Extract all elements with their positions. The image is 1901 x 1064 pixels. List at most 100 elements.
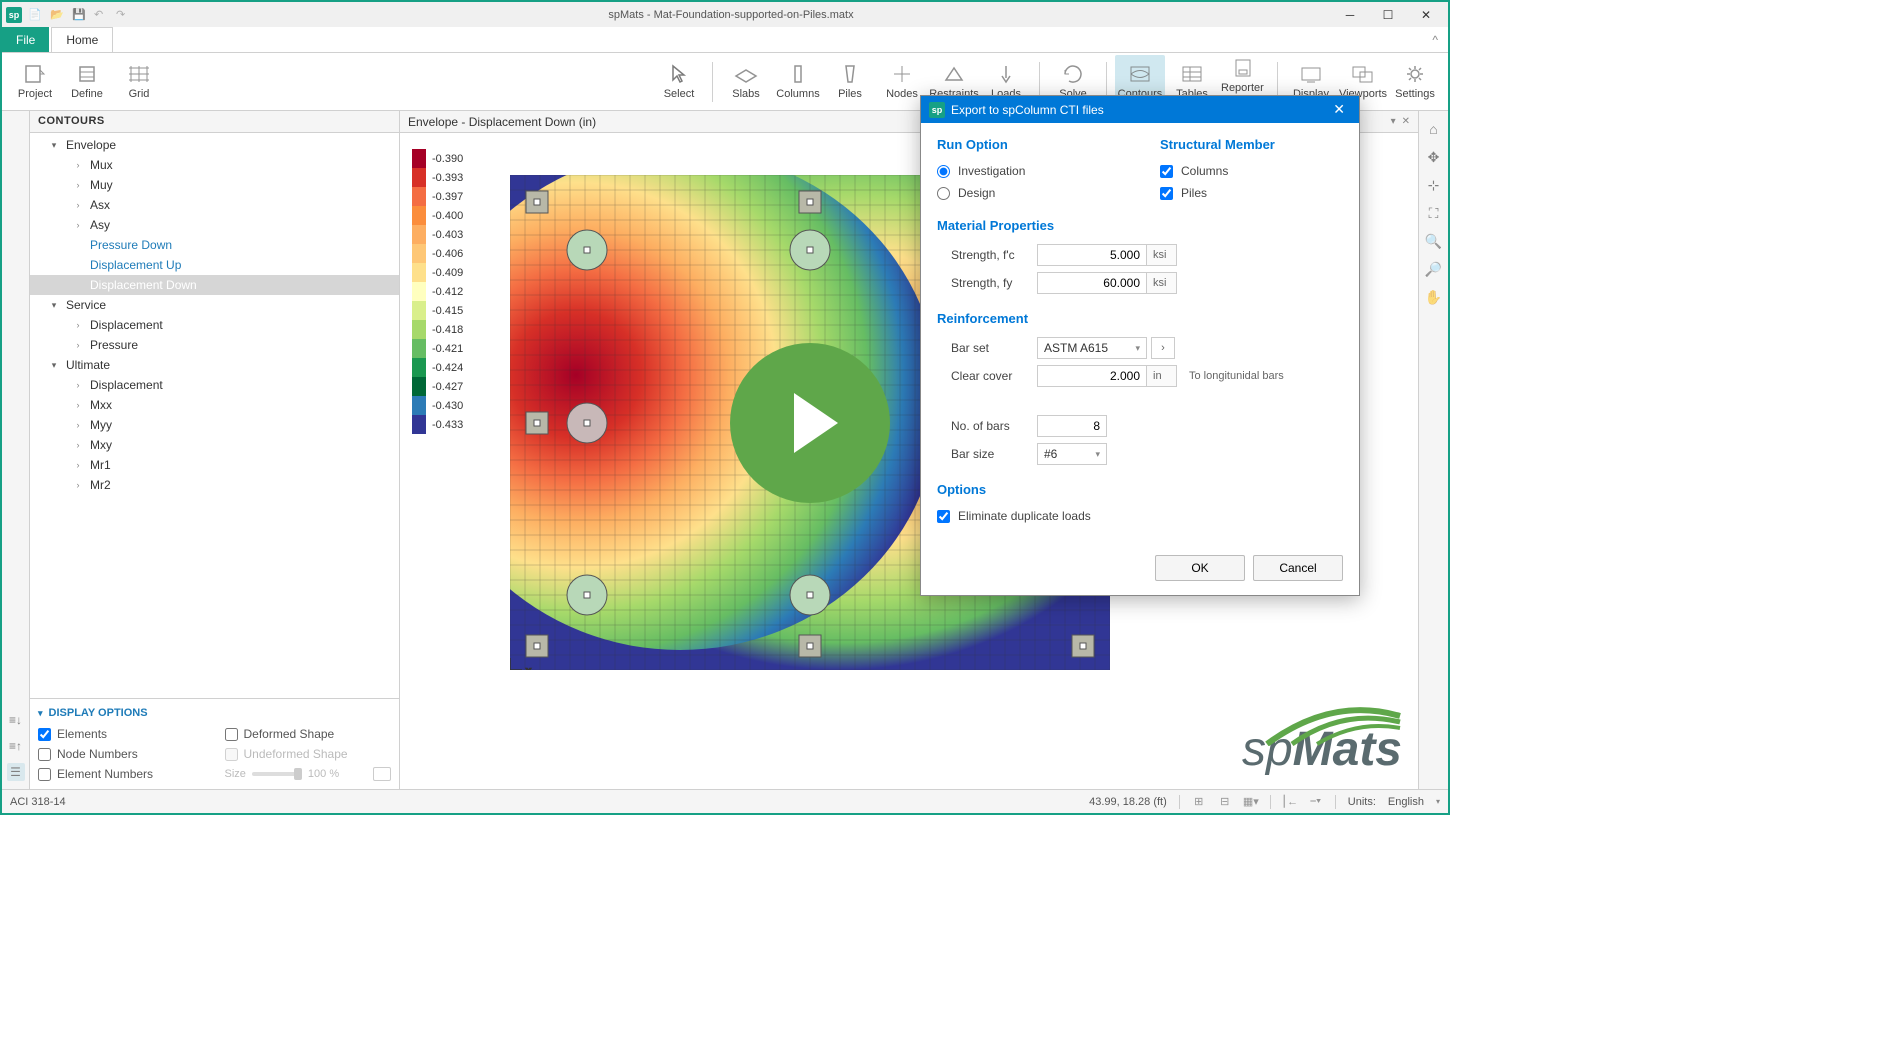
barset-arrow-button[interactable]: › — [1151, 337, 1175, 359]
legend-row: -0.424 — [412, 358, 463, 377]
member-piles[interactable]: Piles — [1160, 182, 1343, 204]
tree-label: Service — [66, 298, 106, 312]
tree-node-envelope[interactable]: ▾Envelope — [30, 135, 399, 155]
cancel-button[interactable]: Cancel — [1253, 555, 1343, 581]
define-button[interactable]: Define — [62, 55, 112, 109]
sort-up-icon[interactable]: ≡↑ — [7, 737, 25, 755]
project-button[interactable]: Project — [10, 55, 60, 109]
tree-node-mxx[interactable]: ›Mxx — [30, 395, 399, 415]
play-button[interactable] — [730, 343, 890, 503]
ribbon-label: Grid — [129, 88, 150, 100]
options-header: Options — [937, 482, 1343, 497]
pile-icon — [838, 64, 862, 84]
columns-button[interactable]: Columns — [773, 55, 823, 109]
sort-icon[interactable]: ≡↓ — [7, 711, 25, 729]
legend-row: -0.427 — [412, 377, 463, 396]
select-button[interactable]: Select — [654, 55, 704, 109]
display-opt-deformed-shape[interactable]: Deformed Shape — [225, 727, 392, 741]
tree-node-asy[interactable]: ›Asy — [30, 215, 399, 235]
ribbon-collapse-icon[interactable]: ^ — [1422, 33, 1448, 47]
tree-node-asx[interactable]: ›Asx — [30, 195, 399, 215]
tree-node-displacement-up[interactable]: Displacement Up — [30, 255, 399, 275]
piles-button[interactable]: Piles — [825, 55, 875, 109]
tree-node-pressure[interactable]: ›Pressure — [30, 335, 399, 355]
save-icon[interactable]: 💾 — [72, 8, 86, 22]
tree-node-mxy[interactable]: ›Mxy — [30, 435, 399, 455]
tree-node-ultimate[interactable]: ▾Ultimate — [30, 355, 399, 375]
extra-icon[interactable] — [373, 767, 391, 781]
viewport-dropdown-icon[interactable]: ▾ — [1391, 116, 1396, 127]
grid-button[interactable]: Grid — [114, 55, 164, 109]
tree-node-displacement-down[interactable]: Displacement Down — [30, 275, 399, 295]
size-select[interactable]: #6 — [1037, 443, 1107, 465]
menu-tabs: File Home ^ — [2, 27, 1448, 53]
display-options-header[interactable]: ▾ DISPLAY OPTIONS — [38, 707, 391, 719]
home-tab[interactable]: Home — [51, 27, 113, 52]
legend-row: -0.406 — [412, 244, 463, 263]
tree-label: Envelope — [66, 138, 116, 152]
legend-row: -0.412 — [412, 282, 463, 301]
coordinates: 43.99, 18.28 (ft) — [1089, 796, 1167, 808]
zoom-extents-icon[interactable]: ⛶ — [1424, 203, 1444, 223]
tree-node-service[interactable]: ▾Service — [30, 295, 399, 315]
tree-node-muy[interactable]: ›Muy — [30, 175, 399, 195]
member-columns[interactable]: Columns — [1160, 160, 1343, 182]
tree-node-myy[interactable]: ›Myy — [30, 415, 399, 435]
settings-button[interactable]: Settings — [1390, 55, 1440, 109]
home-view-icon[interactable]: ⌂ — [1424, 119, 1444, 139]
undo-icon[interactable]: ↶ — [94, 8, 108, 22]
file-menu[interactable]: File — [2, 27, 49, 52]
units-value[interactable]: English — [1388, 796, 1424, 808]
pan-icon[interactable]: ✋ — [1424, 287, 1444, 307]
list-icon[interactable]: ☰ — [7, 763, 25, 781]
minimize-button[interactable]: ─ — [1332, 2, 1368, 27]
define-icon — [75, 64, 99, 84]
move-icon[interactable]: ✥ — [1424, 147, 1444, 167]
tree-node-pressure-down[interactable]: Pressure Down — [30, 235, 399, 255]
tree-node-mux[interactable]: ›Mux — [30, 155, 399, 175]
tree-label: Displacement — [90, 378, 163, 392]
maximize-button[interactable]: ☐ — [1370, 2, 1406, 27]
open-icon[interactable]: 📂 — [50, 8, 64, 22]
ribbon-label: Project — [18, 88, 52, 100]
tree-node-displacement[interactable]: ›Displacement — [30, 315, 399, 335]
display-opt-elements[interactable]: Elements — [38, 727, 205, 741]
ok-button[interactable]: OK — [1155, 555, 1245, 581]
align-left-icon[interactable]: ⎮← — [1283, 795, 1297, 809]
fc-label: Strength, f'c — [937, 248, 1037, 262]
legend-row: -0.400 — [412, 206, 463, 225]
align-bottom-icon[interactable]: ⎯▾ — [1309, 795, 1323, 809]
display-opt-node-numbers[interactable]: Node Numbers — [38, 747, 205, 761]
snap-icon[interactable]: ▦▾ — [1244, 795, 1258, 809]
tree-node-mr2[interactable]: ›Mr2 — [30, 475, 399, 495]
grid-fine-icon[interactable]: ⊟ — [1218, 795, 1232, 809]
fy-input[interactable] — [1037, 272, 1147, 294]
dialog-close-icon[interactable]: ✕ — [1327, 101, 1351, 118]
run-option-design[interactable]: Design — [937, 182, 1120, 204]
viewport-close-icon[interactable]: ✕ — [1402, 116, 1410, 127]
tree-label: Mr1 — [90, 458, 111, 472]
tree-node-displacement[interactable]: ›Displacement — [30, 375, 399, 395]
fc-input[interactable] — [1037, 244, 1147, 266]
grid-coarse-icon[interactable]: ⊞ — [1192, 795, 1206, 809]
left-tool-strip: ≡↓ ≡↑ ☰ — [2, 111, 30, 789]
dialog-titlebar[interactable]: sp Export to spColumn CTI files ✕ — [921, 96, 1359, 123]
cover-input[interactable] — [1037, 365, 1147, 387]
dialog-title: Export to spColumn CTI files — [951, 103, 1104, 117]
redo-icon[interactable]: ↷ — [116, 8, 130, 22]
bars-input[interactable] — [1037, 415, 1107, 437]
slabs-button[interactable]: Slabs — [721, 55, 771, 109]
run-option-investigation[interactable]: Investigation — [937, 160, 1120, 182]
load-icon — [994, 64, 1018, 84]
contours-tree: ▾Envelope›Mux›Muy›Asx›AsyPressure DownDi… — [30, 133, 399, 698]
new-icon[interactable]: 📄 — [28, 8, 42, 22]
close-button[interactable]: ✕ — [1408, 2, 1444, 27]
crosshair-icon[interactable]: ⊹ — [1424, 175, 1444, 195]
zoom-icon[interactable]: 🔎 — [1424, 259, 1444, 279]
tree-node-mr1[interactable]: ›Mr1 — [30, 455, 399, 475]
tree-label: Ultimate — [66, 358, 110, 372]
barset-select[interactable]: ASTM A615 — [1037, 337, 1147, 359]
zoom-in-icon[interactable]: 🔍 — [1424, 231, 1444, 251]
eliminate-duplicates[interactable]: Eliminate duplicate loads — [937, 505, 1343, 527]
display-opt-element-numbers[interactable]: Element Numbers — [38, 767, 205, 781]
